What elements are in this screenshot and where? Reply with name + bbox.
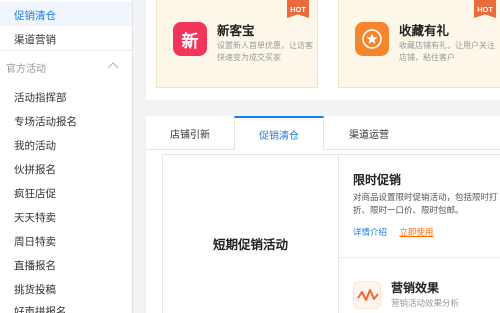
sidebar-item-group-buy[interactable]: 伙拼报名 [14, 162, 56, 177]
section-title: 短期促销活动 [163, 155, 339, 313]
use-now-link[interactable]: 立即使用 [399, 227, 433, 237]
promo-card-favorite-gift[interactable]: 收藏有礼 收藏店铺有礼，让用户关注店铺，粘住客户 HOT [338, 0, 500, 88]
tab-channel-operations[interactable]: 渠道运营 [324, 116, 414, 150]
promo-card-new-customer[interactable]: 新 新客宝 设置新人首单优惠，让访客快速变为成交买家 HOT [156, 0, 318, 88]
star-icon [355, 22, 389, 56]
wave-chart-icon [353, 281, 381, 309]
chevron-up-icon [107, 62, 119, 69]
sidebar-item-live-signup[interactable]: 直播报名 [14, 258, 56, 273]
card-title: 限时促销 [353, 173, 402, 187]
sidebar-divider [0, 50, 132, 51]
sidebar-item-sunday-deals[interactable]: 周日特卖 [14, 234, 56, 249]
new-customer-icon: 新 [173, 22, 207, 56]
details-link[interactable]: 详情介绍 [353, 227, 387, 237]
effect-title[interactable]: 营销效果 [391, 279, 439, 296]
main-panel: 店铺引新 促销清仓 渠道运营 短期促销活动 限时促销 对商品设置限时促销活动，包… [146, 116, 500, 313]
card-links: 详情介绍 立即使用 [353, 226, 433, 238]
sidebar-item-group-signup[interactable]: 好声拼报名 [14, 304, 67, 313]
sidebar-item-pick-submit[interactable]: 挑货投稿 [14, 282, 56, 297]
sidebar-item-special-signup[interactable]: 专场活动报名 [14, 114, 77, 129]
flash-sale-card: 限时促销 对商品设置限时促销活动，包括限时打折、限时一口价、限时包邮。 详情介绍… [339, 155, 500, 313]
sidebar-item-crazy-store-promo[interactable]: 疯狂店促 [14, 186, 56, 201]
hot-badge: HOT [474, 0, 496, 18]
tab-promo-clearance[interactable]: 促销清仓 [234, 116, 324, 151]
sidebar-section-title: 官方活动 [6, 64, 46, 75]
sidebar-item-promo-clearance[interactable]: 促销清仓 [14, 8, 56, 23]
card-desc: 对商品设置限时促销活动，包括限时打折、限时一口价、限时包邮。 [353, 192, 498, 215]
sidebar: 促销清仓 渠道营销 官方活动 活动指挥部 专场活动报名 我的活动 伙拼报名 疯狂… [0, 0, 133, 313]
hot-badge: HOT [287, 0, 309, 18]
sidebar-section-header[interactable]: 官方活动 [6, 60, 126, 75]
sidebar-item-my-activities[interactable]: 我的活动 [14, 138, 56, 153]
content-box: 短期促销活动 限时促销 对商品设置限时促销活动，包括限时打折、限时一口价、限时包… [162, 154, 500, 313]
wave-icon [357, 289, 379, 301]
promo-title: 收藏有礼 [399, 24, 450, 38]
card-divider [339, 257, 500, 258]
promo-desc: 收藏店铺有礼，让用户关注店铺，粘住客户 [399, 41, 495, 62]
promo-desc: 设置新人首单优惠，让访客快速变为成交买家 [217, 41, 313, 62]
sidebar-item-daily-deals[interactable]: 天天特卖 [14, 210, 56, 225]
promo-title: 新客宝 [217, 24, 255, 38]
star-circle-icon [362, 29, 382, 49]
sidebar-item-channel-marketing[interactable]: 渠道营销 [14, 32, 56, 47]
promo-panel: 新 新客宝 设置新人首单优惠，让访客快速变为成交买家 HOT 收藏有礼 收藏店铺… [146, 0, 500, 100]
tab-store-acquisition[interactable]: 店铺引新 [146, 116, 234, 150]
sidebar-item-activity-command[interactable]: 活动指挥部 [14, 90, 67, 105]
tab-bar: 店铺引新 促销清仓 渠道运营 [146, 116, 500, 151]
effect-desc: 营销活动效果分析 [391, 298, 460, 308]
